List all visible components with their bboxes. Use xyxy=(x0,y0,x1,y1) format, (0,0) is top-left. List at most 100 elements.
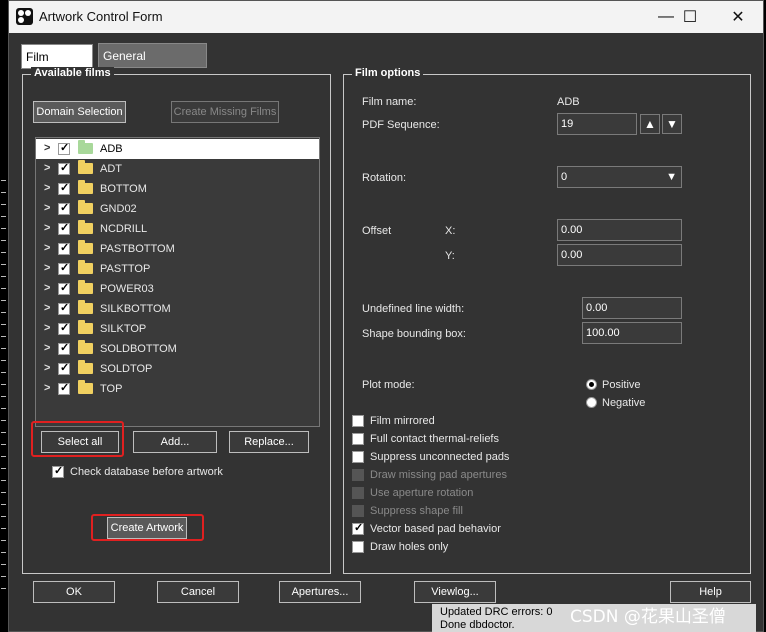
chevron-right-icon[interactable]: > xyxy=(44,302,50,314)
viewlog-button[interactable]: Viewlog... xyxy=(414,581,496,603)
option-checkbox[interactable] xyxy=(352,415,364,427)
option-label: Suppress unconnected pads xyxy=(370,451,510,463)
spin-down-button[interactable]: ▼ xyxy=(662,114,682,134)
film-checkbox[interactable] xyxy=(58,321,70,335)
film-row[interactable]: > SOLDTOP xyxy=(36,359,319,379)
chevron-right-icon[interactable]: > xyxy=(44,362,50,374)
film-checkbox[interactable] xyxy=(58,221,70,235)
option-checkbox[interactable] xyxy=(352,451,364,463)
option-checkbox[interactable] xyxy=(352,541,364,553)
option-checkbox[interactable] xyxy=(352,469,364,481)
title-bar: Artwork Control Form — ☐ ✕ xyxy=(9,1,763,33)
option-checkbox[interactable] xyxy=(352,505,364,517)
film-row[interactable]: > SILKBOTTOM xyxy=(36,299,319,319)
close-button[interactable]: ✕ xyxy=(715,1,761,33)
check-db-checkbox[interactable] xyxy=(52,464,64,478)
chevron-right-icon[interactable]: > xyxy=(44,342,50,354)
film-name: SILKTOP xyxy=(100,323,147,335)
folder-icon xyxy=(78,220,93,234)
rotation-select[interactable]: 0 ▼ xyxy=(557,166,682,188)
create-missing-films-button[interactable]: Create Missing Films xyxy=(171,101,279,123)
offset-y-input[interactable]: 0.00 xyxy=(557,244,682,266)
add-button[interactable]: Add... xyxy=(133,431,217,453)
canvas-tick xyxy=(1,240,6,241)
chevron-right-icon[interactable]: > xyxy=(44,182,50,194)
canvas-tick xyxy=(1,576,6,577)
pdf-sequence-input[interactable]: 19 xyxy=(557,113,637,135)
canvas-tick xyxy=(1,480,6,481)
canvas-tick xyxy=(1,492,6,493)
film-name: SILKBOTTOM xyxy=(100,303,171,315)
replace-button[interactable]: Replace... xyxy=(229,431,309,453)
shape-bounding-box-label: Shape bounding box: xyxy=(362,328,466,340)
domain-selection-button[interactable]: Domain Selection xyxy=(33,101,126,123)
chevron-right-icon[interactable]: > xyxy=(44,242,50,254)
film-row[interactable]: > POWER03 xyxy=(36,279,319,299)
film-row[interactable]: > ADB xyxy=(36,139,319,159)
film-checkbox[interactable] xyxy=(58,141,70,155)
chevron-down-icon: ▼ xyxy=(666,117,678,131)
chevron-right-icon[interactable]: > xyxy=(44,322,50,334)
shape-bounding-box-input[interactable]: 100.00 xyxy=(582,322,682,344)
film-row[interactable]: > PASTTOP xyxy=(36,259,319,279)
option-label: Film mirrored xyxy=(370,415,435,427)
watermark: CSDN @花果山圣僧 xyxy=(570,607,726,627)
film-checkbox[interactable] xyxy=(58,361,70,375)
chevron-right-icon[interactable]: > xyxy=(44,202,50,214)
canvas-tick xyxy=(1,252,6,253)
available-films-title: Available films xyxy=(31,67,114,79)
film-row[interactable]: > NCDRILL xyxy=(36,219,319,239)
canvas-tick xyxy=(1,468,6,469)
film-checkbox[interactable] xyxy=(58,201,70,215)
maximize-button[interactable]: ☐ xyxy=(667,1,713,33)
folder-icon xyxy=(78,340,93,354)
positive-radio[interactable] xyxy=(586,379,597,390)
chevron-right-icon[interactable]: > xyxy=(44,262,50,274)
help-button[interactable]: Help xyxy=(670,581,751,603)
undefined-line-width-input[interactable]: 0.00 xyxy=(582,297,682,319)
option-checkbox[interactable] xyxy=(352,433,364,445)
offset-x-input[interactable]: 0.00 xyxy=(557,219,682,241)
tab-general-parameters[interactable]: General Parameters xyxy=(98,43,207,87)
highlight-create-artwork xyxy=(91,514,204,541)
folder-icon xyxy=(78,280,93,294)
film-row[interactable]: > SOLDBOTTOM xyxy=(36,339,319,359)
option-checkbox[interactable] xyxy=(352,521,364,535)
chevron-right-icon[interactable]: > xyxy=(44,142,50,154)
film-checkbox[interactable] xyxy=(58,281,70,295)
film-name: SOLDBOTTOM xyxy=(100,343,177,355)
film-row[interactable]: > BOTTOM xyxy=(36,179,319,199)
film-row[interactable]: > ADT xyxy=(36,159,319,179)
spin-up-button[interactable]: ▲ xyxy=(640,114,660,134)
offset-label: Offset xyxy=(362,225,392,237)
chevron-right-icon[interactable]: > xyxy=(44,282,50,294)
film-row[interactable]: > GND02 xyxy=(36,199,319,219)
film-checkbox[interactable] xyxy=(58,241,70,255)
chevron-right-icon[interactable]: > xyxy=(44,382,50,394)
film-row[interactable]: > TOP xyxy=(36,379,319,399)
chevron-right-icon[interactable]: > xyxy=(44,162,50,174)
app-icon xyxy=(16,8,33,25)
film-checkbox[interactable] xyxy=(58,341,70,355)
film-row[interactable]: > PASTBOTTOM xyxy=(36,239,319,259)
film-checkbox[interactable] xyxy=(58,381,70,395)
cancel-button[interactable]: Cancel xyxy=(157,581,239,603)
canvas-tick xyxy=(1,444,6,445)
tab-film-control[interactable]: Film Control xyxy=(21,44,93,88)
negative-radio[interactable] xyxy=(586,397,597,408)
film-checkbox[interactable] xyxy=(58,301,70,315)
folder-icon xyxy=(78,240,93,254)
film-checkbox[interactable] xyxy=(58,161,70,175)
apertures-button[interactable]: Apertures... xyxy=(279,581,361,603)
films-tree[interactable]: > ADB > ADT > BOTTOM > GND02 > NCDRILL > PASTBOTTOM… xyxy=(35,137,320,427)
film-checkbox[interactable] xyxy=(58,181,70,195)
option-checkbox[interactable] xyxy=(352,487,364,499)
folder-icon xyxy=(78,300,93,314)
option-label: Use aperture rotation xyxy=(370,487,474,499)
chevron-right-icon[interactable]: > xyxy=(44,222,50,234)
film-name: ADB xyxy=(100,143,123,155)
film-checkbox[interactable] xyxy=(58,261,70,275)
film-row[interactable]: > SILKTOP xyxy=(36,319,319,339)
ok-button[interactable]: OK xyxy=(33,581,115,603)
canvas-tick xyxy=(1,228,6,229)
